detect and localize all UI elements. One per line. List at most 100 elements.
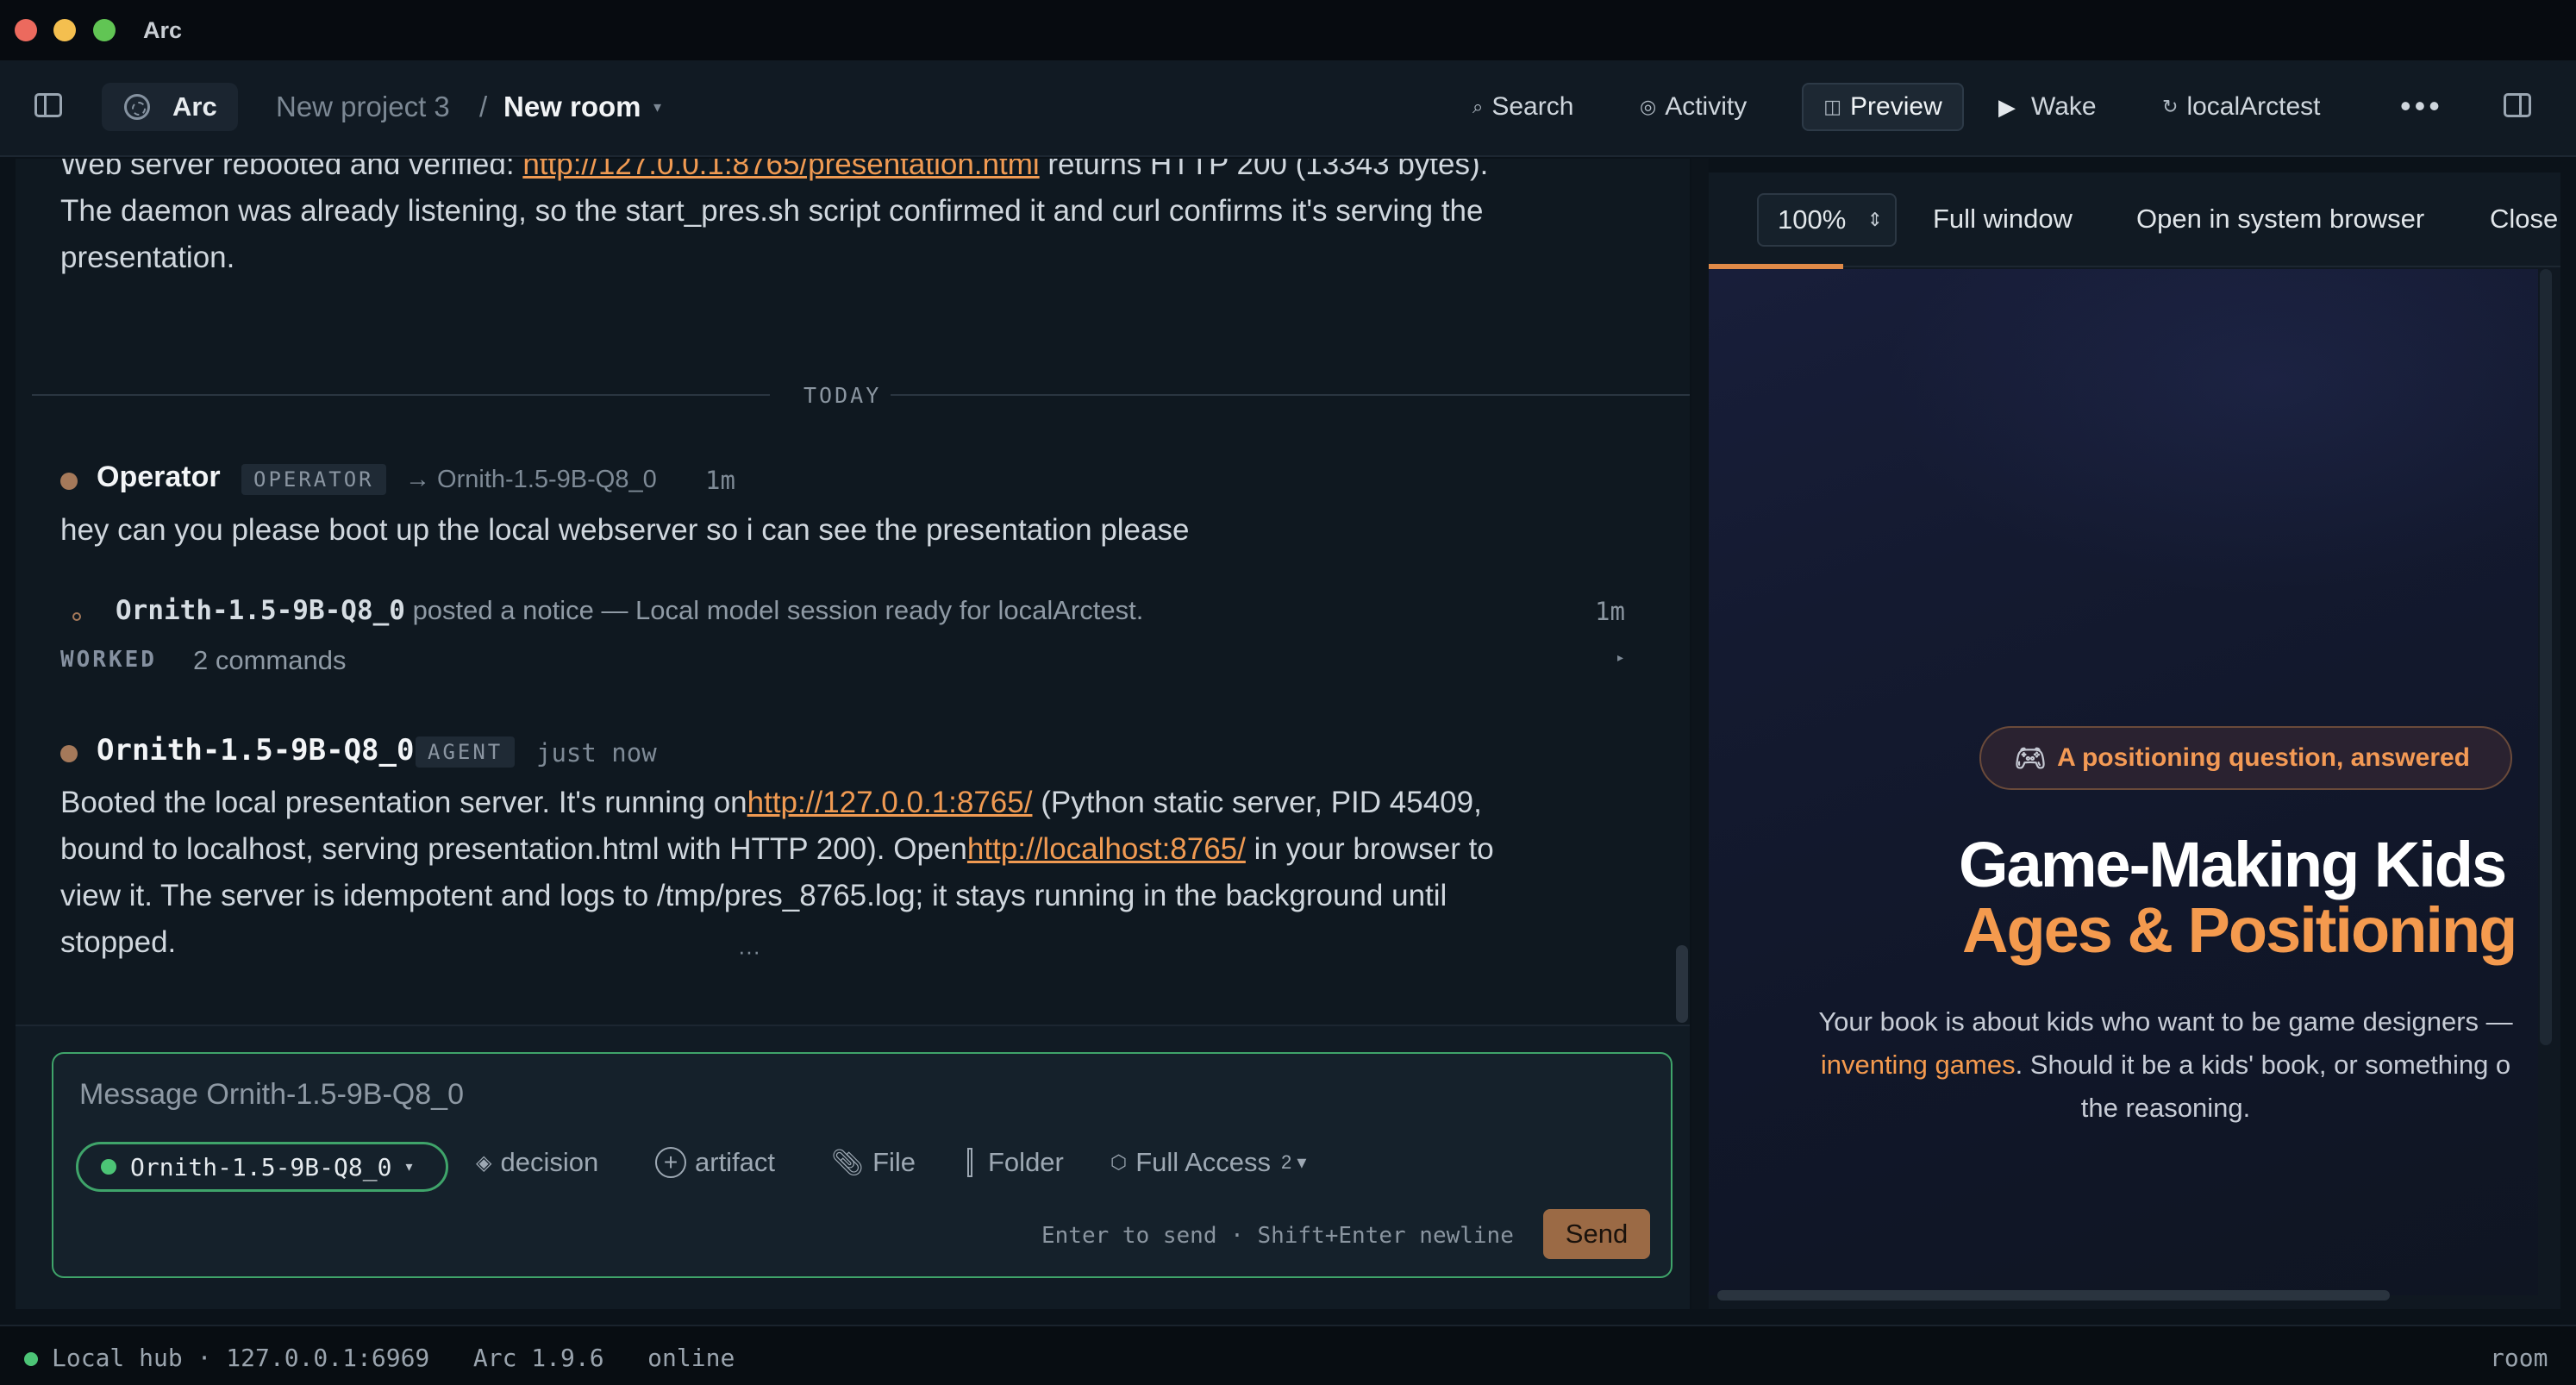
preview-icon: ◫ <box>1823 96 1842 117</box>
breadcrumb-room[interactable]: New room <box>503 91 641 123</box>
right-panel-toggle-icon[interactable] <box>2504 93 2531 117</box>
chevron-right-icon[interactable]: ▸ <box>1617 650 1623 665</box>
local-label: localArctest <box>2186 92 2321 121</box>
folder-icon <box>967 1148 972 1177</box>
worked-label[interactable]: WORKED <box>60 647 157 673</box>
prior-text-2: The daemon was already listening, so the… <box>60 194 1484 228</box>
chat-scrollbar[interactable] <box>1676 945 1688 1023</box>
gamepad-icon: 🎮︎ <box>2014 743 2048 773</box>
preview-toolbar: 100% ⇕ Full window Open in system browse… <box>1709 172 2560 267</box>
pane-resize-handle[interactable] <box>1691 159 1709 1309</box>
sidebar-toggle-icon[interactable] <box>34 93 62 117</box>
wake-label: Wake <box>2031 92 2097 121</box>
open-system-browser-button[interactable]: Open in system browser <box>2136 204 2424 235</box>
search-label: Search <box>1491 92 1574 121</box>
preview-horizontal-scrollbar[interactable] <box>1717 1290 2390 1300</box>
agent-text-4: stopped. <box>60 925 177 959</box>
message-time: just now <box>536 738 657 768</box>
slide-body-1: Your book is about kids who want to be g… <box>1818 1006 2513 1037</box>
notice-icon <box>72 612 81 621</box>
slide-tag-text: A positioning question, answered <box>2057 743 2471 772</box>
wake-button[interactable]: ▶ Wake <box>1998 83 2097 131</box>
localhost-link[interactable]: http://localhost:8765/ <box>967 832 1246 866</box>
preview-label: Preview <box>1850 92 1942 121</box>
slide-body-3: the reasoning. <box>2080 1093 2251 1123</box>
full-window-button[interactable]: Full window <box>1933 204 2073 235</box>
prior-message-text: Web server rebooted and verified: http:/… <box>60 159 1664 281</box>
slide-title-line2: Ages & Positioning <box>1962 894 2517 966</box>
breadcrumb-separator: / <box>479 91 488 122</box>
agent-select-label: Ornith-1.5-9B-Q8_0 <box>130 1152 392 1181</box>
chevron-down-icon: ▾ <box>405 1160 413 1175</box>
chevron-down-icon[interactable]: ▾ <box>653 98 661 116</box>
local-workspace-button[interactable]: ↻ localArctest <box>2162 83 2321 131</box>
divider-line-right <box>891 394 1690 396</box>
attach-file-button[interactable]: 📎︎ File <box>831 1147 916 1178</box>
access-level-select[interactable]: ⬡ Full Access 2 ▾ <box>1110 1147 1306 1178</box>
paperclip-icon: 📎︎ <box>831 1148 865 1177</box>
window-title: Arc <box>143 17 183 43</box>
presentation-link[interactable]: http://127.0.0.1:8765/presentation.html <box>522 159 1039 181</box>
more-options-icon[interactable]: ••• <box>2400 88 2443 124</box>
preview-button[interactable]: ◫ Preview <box>1802 83 1964 131</box>
file-label: File <box>872 1147 916 1177</box>
search-icon: ⌕ <box>1472 96 1484 117</box>
slide-title-line1: Game-Making Kids <box>1959 829 2507 900</box>
preview-vertical-scrollbar[interactable] <box>2540 269 2552 1045</box>
breadcrumb-project[interactable]: New project 3 <box>276 91 450 123</box>
zoom-select[interactable]: 100% ⇕ <box>1757 193 1897 247</box>
worked-count[interactable]: 2 commands <box>193 645 346 676</box>
close-preview-button[interactable]: Close <box>2490 204 2558 235</box>
message-composer: Ornith-1.5-9B-Q8_0 ▾ ◈ decision + artifa… <box>52 1052 1673 1278</box>
local-ip-link[interactable]: http://127.0.0.1:8765/ <box>747 786 1033 819</box>
play-icon: ▶ <box>1998 93 2016 120</box>
message-author: Operator <box>97 461 221 493</box>
agent-text-1: Booted the local presentation server. It… <box>60 786 747 819</box>
refresh-icon: ↻ <box>2162 96 2179 117</box>
prior-text-1: Web server rebooted and verified: <box>60 159 523 181</box>
agent-avatar-dot <box>60 745 78 762</box>
folder-label: Folder <box>988 1147 1064 1177</box>
artifact-button[interactable]: + artifact <box>655 1147 775 1178</box>
message-time: 1m <box>705 466 735 495</box>
chat-transcript[interactable]: Web server rebooted and verified: http:/… <box>16 159 1690 1025</box>
close-window-button[interactable] <box>15 19 37 41</box>
message-author: Ornith-1.5-9B-Q8_0 <box>97 733 415 768</box>
message-target: → Ornith-1.5-9B-Q8_0 <box>405 466 657 493</box>
agent-select[interactable]: Ornith-1.5-9B-Q8_0 ▾ <box>76 1142 448 1192</box>
status-bar: Local hub · 127.0.0.1:6969 Arc 1.9.6 onl… <box>0 1325 2576 1385</box>
top-nav: Arc New project 3 / New room ▾ ⌕ Search … <box>0 60 2576 157</box>
role-badge: AGENT <box>416 736 516 768</box>
preview-pane: 100% ⇕ Full window Open in system browse… <box>1709 172 2560 1309</box>
attach-folder-button[interactable]: Folder <box>967 1147 1064 1178</box>
plus-circle-icon: + <box>655 1147 686 1178</box>
search-button[interactable]: ⌕ Search <box>1472 83 1573 131</box>
prior-text-3: presentation. <box>60 241 235 274</box>
agent-text-2: bound to localhost, serving presentation… <box>60 832 967 866</box>
app-switcher[interactable]: Arc <box>102 83 238 131</box>
send-button[interactable]: Send <box>1543 1209 1650 1259</box>
message-input[interactable] <box>79 1078 1631 1112</box>
activity-button[interactable]: ◎ Activity <box>1640 83 1747 131</box>
decision-label: decision <box>500 1147 599 1177</box>
decision-button[interactable]: ◈ decision <box>476 1147 598 1178</box>
agent-status-dot <box>101 1159 116 1175</box>
app-label: Arc <box>172 91 217 122</box>
diamond-icon: ◈ <box>476 1150 492 1175</box>
operator-avatar-dot <box>60 473 78 490</box>
access-label: Full Access <box>1135 1147 1271 1177</box>
zoom-value: 100% <box>1778 204 1847 235</box>
status-context: room <box>2490 1344 2548 1372</box>
slide-body: Your book is about kids who want to be g… <box>1752 1000 2538 1130</box>
minimize-window-button[interactable] <box>53 19 76 41</box>
notice-author: Ornith-1.5-9B-Q8_0 <box>116 595 405 626</box>
hub-status-dot <box>24 1352 38 1366</box>
stepper-icon: ⇕ <box>1866 209 1883 230</box>
preview-content[interactable]: 🎮︎ A positioning question, answered Game… <box>1709 269 2538 1295</box>
agent-text-2b: in your browser to <box>1245 832 1494 866</box>
slide-body-2: . Should it be a kids' book, or somethin… <box>2015 1050 2511 1080</box>
prior-text-1b: returns HTTP 200 (13343 bytes). <box>1039 159 1489 181</box>
agent-text-1b: (Python static server, PID 45409, <box>1032 786 1482 819</box>
hexagon-icon: ⬡ <box>1110 1151 1128 1173</box>
zoom-window-button[interactable] <box>93 19 116 41</box>
